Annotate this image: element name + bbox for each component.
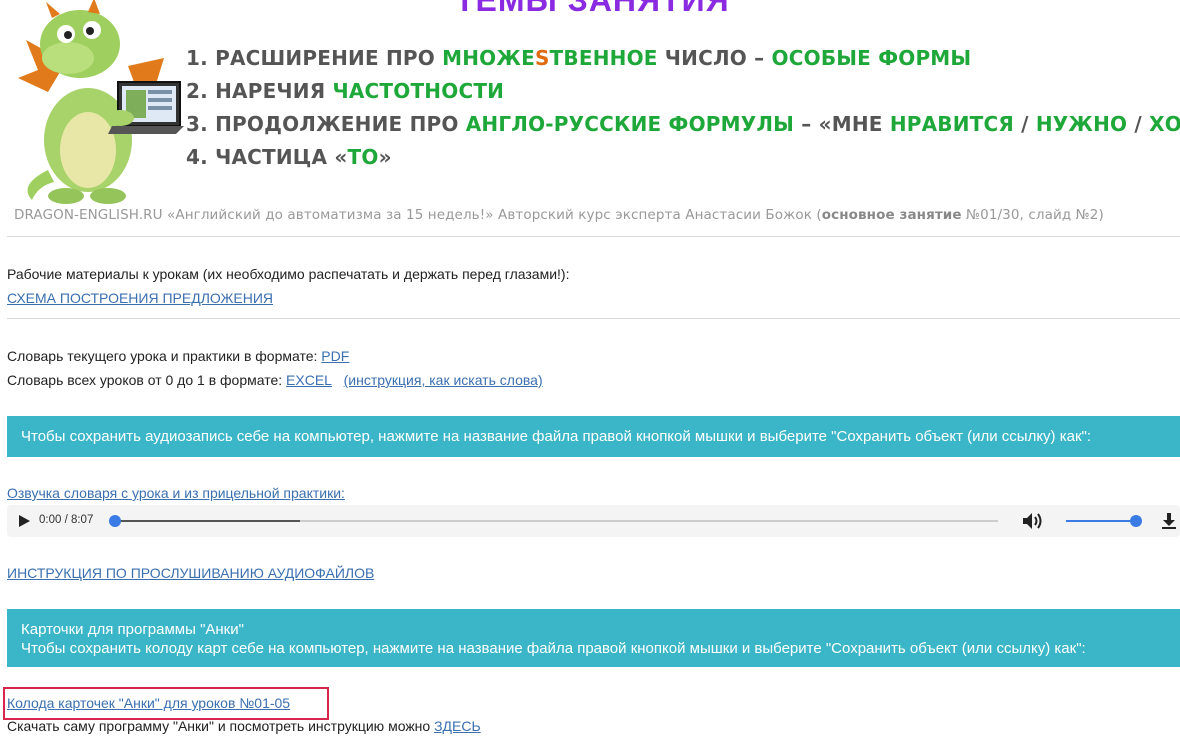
anki-deck-link[interactable]: Колода карточек "Анки" для уроков №01-05 <box>7 695 290 711</box>
scheme-link[interactable]: СХЕМА ПОСТРОЕНИЯ ПРЕДЛОЖЕНИЯ <box>7 290 273 306</box>
anki-notice: Карточки для программы "Анки" Чтобы сохр… <box>7 609 1180 667</box>
audio-seek-thumb[interactable] <box>109 515 121 527</box>
audio-instruction-link[interactable]: ИНСТРУКЦИЯ ПО ПРОСЛУШИВАНИЮ АУДИОФАЙЛОВ <box>7 565 374 581</box>
materials-intro: Рабочие материалы к урокам (их необходим… <box>7 266 570 282</box>
download-icon[interactable] <box>1160 512 1178 530</box>
audio-player: 0:00 / 8:07 <box>7 505 1180 537</box>
play-icon[interactable] <box>19 515 30 527</box>
dictionary-all-text: Словарь всех уроков от 0 до 1 в формате: <box>7 372 287 388</box>
dictionary-current-text: Словарь текущего урока и практики в форм… <box>7 348 322 364</box>
topic-4: 4. ЧАСТИЦА «ТО» <box>186 145 392 169</box>
audio-seek-bar[interactable] <box>109 515 998 527</box>
divider <box>7 318 1180 319</box>
anki-notice-title: Карточки для программы "Анки" <box>21 621 244 638</box>
instruction-link[interactable]: (инструкция, как искать слова) <box>344 372 543 388</box>
volume-thumb[interactable] <box>1130 515 1142 527</box>
topic-2: 2. НАРЕЧИЯ ЧАСТОТНОСТИ <box>186 79 505 103</box>
audio-time: 0:00 / 8:07 <box>39 514 94 526</box>
volume-icon[interactable] <box>1022 512 1044 530</box>
divider <box>7 236 1180 237</box>
topic-1: 1. РАСШИРЕНИЕ ПРО МНОЖЕSТВЕННОЕ ЧИСЛО – … <box>186 46 972 70</box>
topic-3: 3. ПРОДОЛЖЕНИЕ ПРО АНГЛО-РУССКИЕ ФОРМУЛЫ… <box>186 112 1180 136</box>
dragon-mascot-icon <box>18 0 184 204</box>
anki-download-line: Скачать саму программу "Анки" и посмотре… <box>7 718 481 734</box>
volume-slider[interactable] <box>1066 515 1142 527</box>
excel-link[interactable]: EXCEL <box>286 372 332 388</box>
dictionary-current-line: Словарь текущего урока и практики в форм… <box>7 348 349 364</box>
dictionary-all-line: Словарь всех уроков от 0 до 1 в формате:… <box>7 372 543 388</box>
banner-footer: DRAGON-ENGLISH.RU «Английский до автомат… <box>14 207 1104 223</box>
audio-dictionary-link[interactable]: Озвучка словаря с урока и из прицельной … <box>7 485 345 501</box>
here-link[interactable]: ЗДЕСЬ <box>434 718 481 734</box>
anki-notice-text: Чтобы сохранить колоду карт себе на комп… <box>21 640 1086 657</box>
anki-download-text: Скачать саму программу "Анки" и посмотре… <box>7 718 435 734</box>
pdf-link[interactable]: PDF <box>321 348 349 364</box>
lesson-banner: ТЕМЫ ЗАНЯТИЯ 1. РАСШИРЕНИЕ ПРО МНОЖЕSТВЕ… <box>0 0 1180 236</box>
banner-title: ТЕМЫ ЗАНЯТИЯ <box>455 0 730 18</box>
audio-buffered <box>114 520 300 522</box>
audio-save-notice: Чтобы сохранить аудиозапись себе на комп… <box>7 416 1180 457</box>
topics-list: 1. РАСШИРЕНИЕ ПРО МНОЖЕSТВЕННОЕ ЧИСЛО – … <box>186 44 1180 176</box>
